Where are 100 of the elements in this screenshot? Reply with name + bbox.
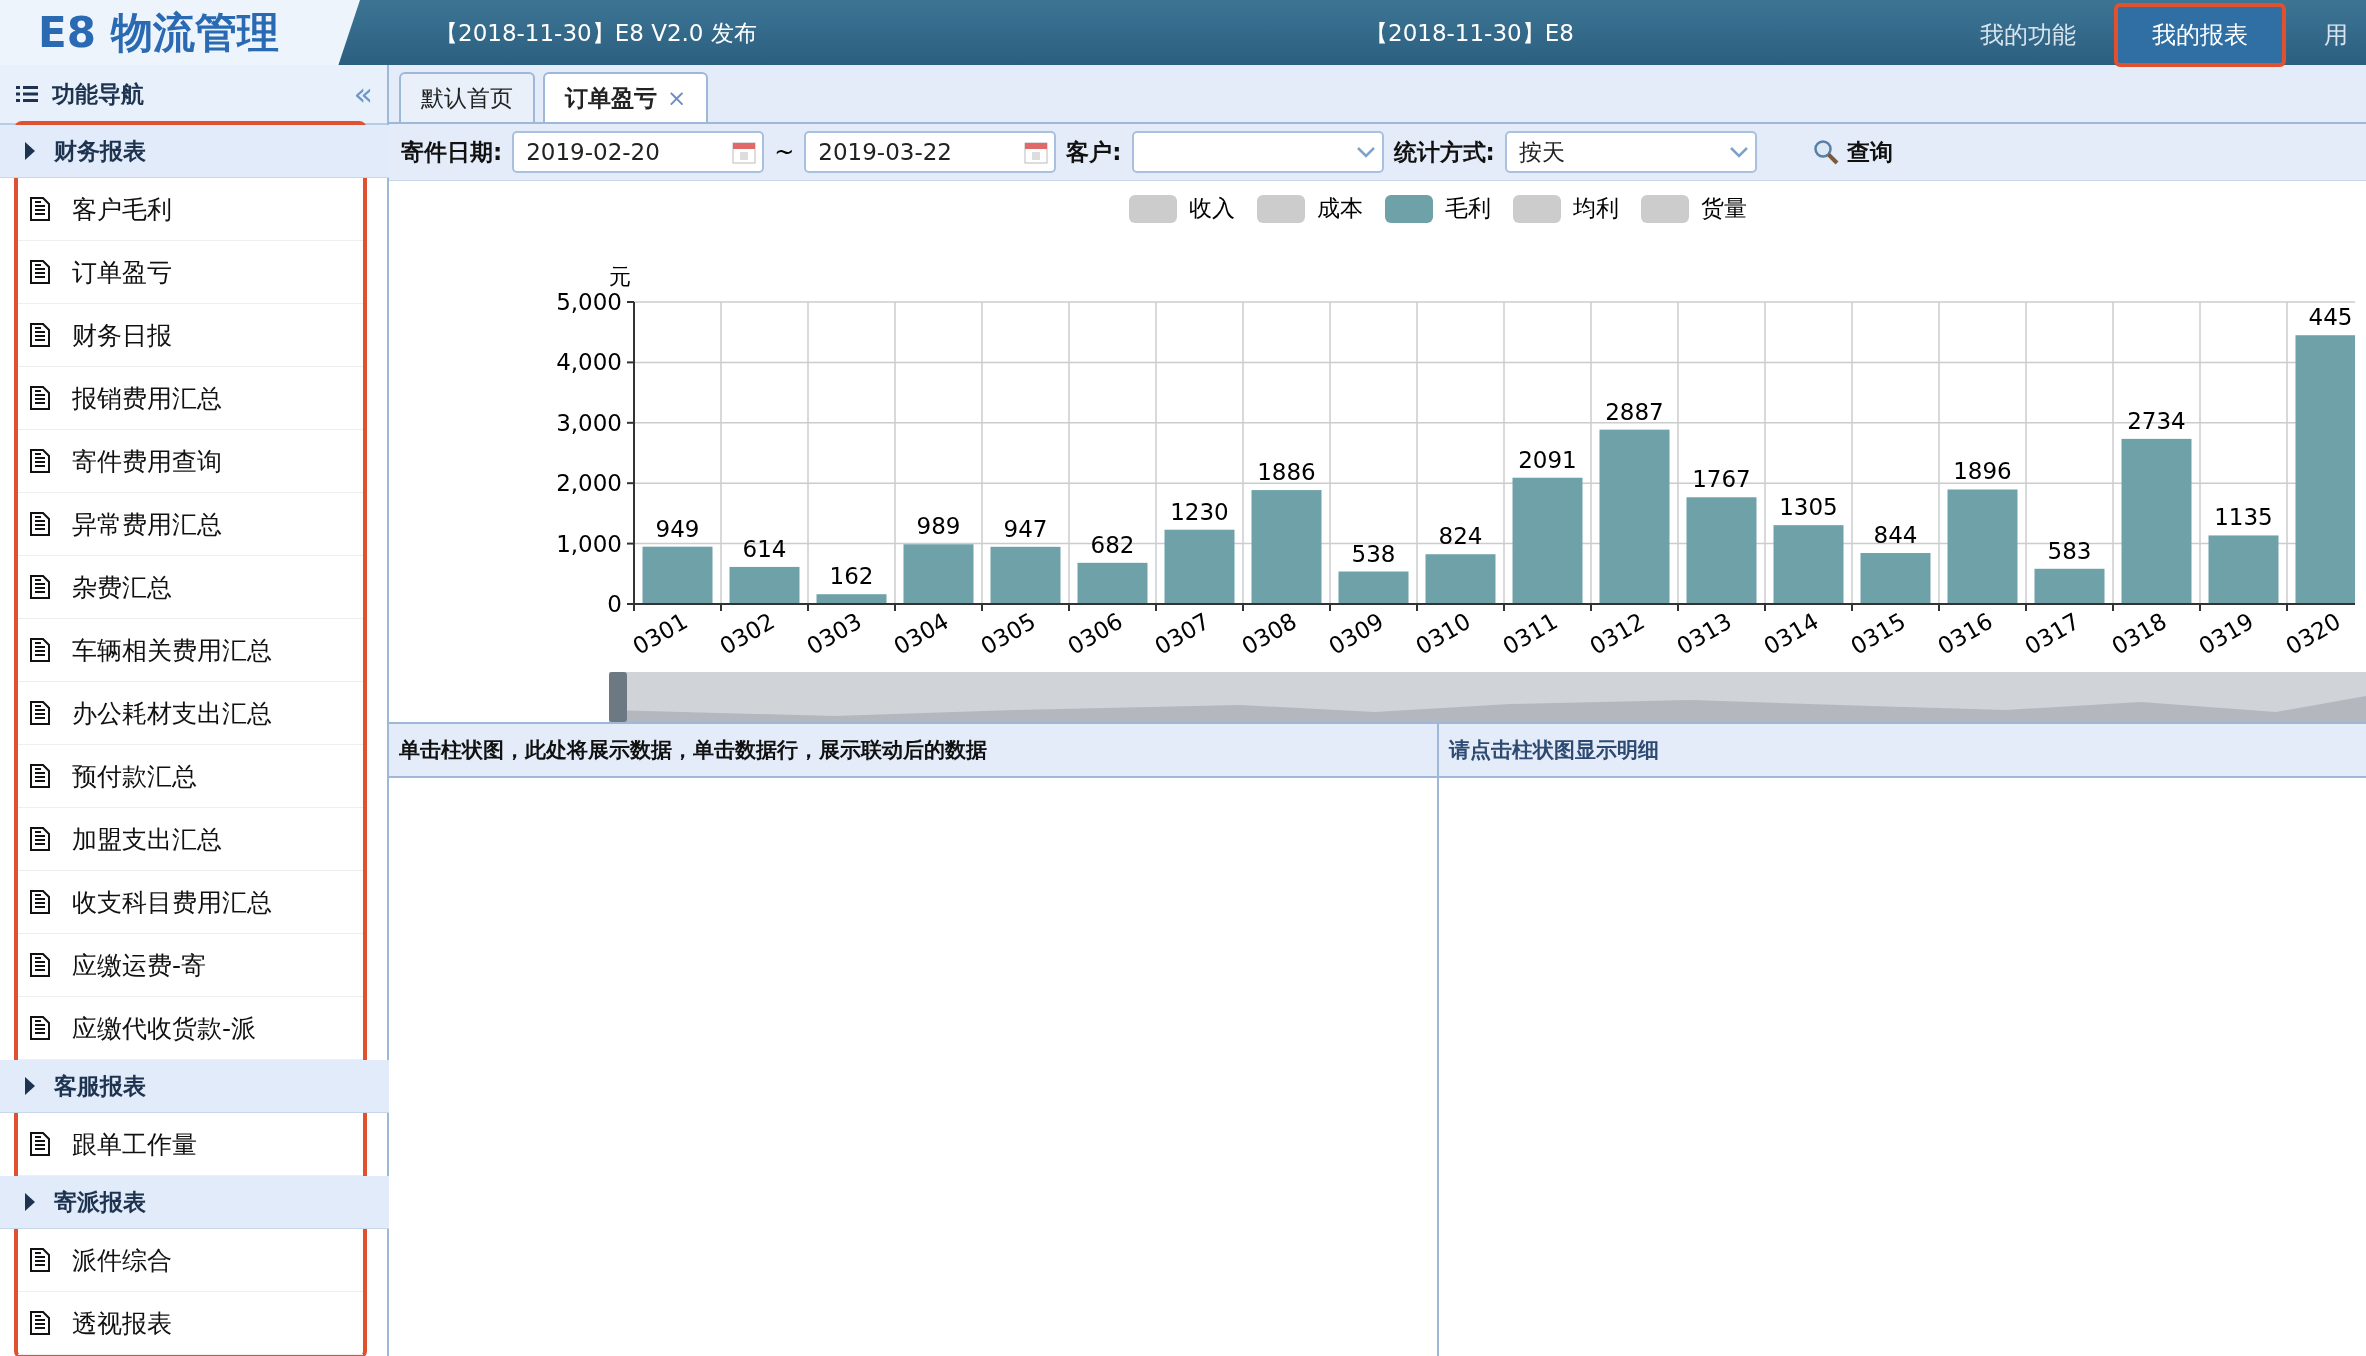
group-header[interactable]: 寄派报表 (0, 1176, 389, 1229)
nav-link[interactable]: 我的功能 (1942, 2, 2114, 67)
document-icon (30, 386, 50, 410)
value-label: 445 (2308, 304, 2353, 331)
menu-item[interactable]: 办公耗材支出汇总 (18, 682, 363, 745)
nav-link[interactable]: 用 (2286, 2, 2366, 67)
value-label: 2734 (2127, 407, 2186, 434)
value-label: 1230 (1170, 498, 1229, 525)
date-field[interactable]: 2019-02-20 (512, 131, 765, 173)
menu-item[interactable]: 杂费汇总 (18, 556, 363, 619)
value-label: 947 (1003, 515, 1048, 542)
news-ticker: 【2018-11-30】E8 V2.0 发布 (435, 19, 757, 48)
y-tick-label: 0 (607, 591, 622, 617)
document-icon (30, 827, 50, 851)
x-tick-label: 0319 (2194, 607, 2258, 660)
group-header[interactable]: 客服报表 (0, 1060, 389, 1113)
panel-title: 单击柱状图，此处将展示数据，单击数据行，展示联动后的数据 (389, 724, 1437, 778)
axis-unit: 元 (609, 264, 631, 289)
document-icon (30, 512, 50, 536)
value-label: 2091 (1518, 446, 1577, 473)
range-separator: ~ (774, 138, 795, 166)
tab[interactable]: 订单盈亏 × (543, 72, 709, 122)
legend-item[interactable]: 货量 (1640, 193, 1747, 224)
slider-handle[interactable] (609, 672, 627, 722)
tab[interactable]: 默认首页 (399, 72, 535, 122)
value-label: 2887 (1605, 398, 1664, 425)
document-icon (30, 323, 50, 347)
x-tick-label: 0313 (1672, 607, 1736, 660)
y-tick-label: 1,000 (556, 530, 622, 557)
value-label: 1886 (1257, 459, 1316, 486)
bar[interactable] (1077, 562, 1148, 604)
value-label: 1135 (2214, 504, 2273, 531)
sidebar-title: 功能导航 (52, 79, 144, 109)
x-tick-label: 0310 (1411, 607, 1475, 660)
value-label: 162 (829, 563, 874, 590)
document-icon (30, 701, 50, 725)
value-label: 1305 (1779, 494, 1838, 521)
group-header[interactable]: 财务报表 (0, 125, 389, 178)
bar[interactable] (1338, 571, 1409, 604)
menu-item[interactable]: 透视报表 (18, 1292, 363, 1355)
y-tick-label: 2,000 (556, 470, 622, 497)
value-label: 614 (742, 535, 787, 562)
menu-item[interactable]: 报销费用汇总 (18, 367, 363, 430)
menu-item[interactable]: 寄件费用查询 (18, 430, 363, 493)
x-tick-label: 0311 (1498, 607, 1562, 660)
bar[interactable] (729, 566, 800, 604)
bar[interactable] (2034, 568, 2105, 604)
menu-item[interactable]: 收支科目费用汇总 (18, 871, 363, 934)
x-tick-label: 0309 (1324, 607, 1388, 660)
news-ticker: 【2018-11-30】E8 (1365, 19, 1574, 48)
y-tick-label: 4,000 (556, 349, 622, 376)
x-tick-label: 0303 (802, 607, 866, 660)
y-tick-label: 5,000 (556, 289, 622, 315)
query-button[interactable]: 查询 (1806, 135, 1899, 169)
filter-label: 统计方式: (1393, 137, 1495, 167)
customer-select[interactable] (1131, 131, 1384, 173)
menu-item[interactable]: 异常费用汇总 (18, 493, 363, 556)
x-tick-label: 0301 (628, 607, 692, 660)
document-icon (30, 764, 50, 788)
calendar-icon[interactable] (1024, 140, 1049, 164)
menu-item[interactable]: 车辆相关费用汇总 (18, 619, 363, 682)
legend-item[interactable]: 收入 (1128, 193, 1235, 224)
document-icon (30, 1311, 50, 1335)
triangle-icon (24, 142, 36, 160)
value-label: 949 (655, 515, 700, 542)
menu-item[interactable]: 财务日报 (18, 304, 363, 367)
document-icon (30, 890, 50, 914)
y-tick-label: 3,000 (556, 409, 622, 436)
legend-item[interactable]: 均利 (1512, 193, 1619, 224)
date-field[interactable]: 2019-03-22 (804, 131, 1057, 173)
value-label: 1896 (1953, 458, 2012, 485)
mode-select[interactable]: 按天 (1504, 131, 1757, 173)
menu-item[interactable]: 加盟支出汇总 (18, 808, 363, 871)
bar[interactable] (816, 594, 887, 604)
triangle-icon (24, 1077, 36, 1095)
menu-item[interactable]: 客户毛利 (18, 178, 363, 241)
chevron-down-icon (1728, 145, 1749, 159)
chevron-down-icon (1355, 145, 1376, 159)
document-icon (30, 638, 50, 662)
x-tick-label: 0302 (715, 607, 779, 660)
value-label: 1767 (1692, 466, 1751, 493)
menu-item[interactable]: 应缴运费-寄 (18, 934, 363, 997)
document-icon (30, 1016, 50, 1040)
document-icon (30, 197, 50, 221)
document-icon (30, 1248, 50, 1272)
legend-item[interactable]: 成本 (1256, 193, 1363, 224)
value-label: 989 (916, 513, 961, 540)
document-icon (30, 1132, 50, 1156)
legend-item[interactable]: 毛利 (1384, 193, 1491, 224)
triangle-icon (24, 1193, 36, 1211)
value-label: 824 (1438, 523, 1483, 550)
menu-item[interactable]: 预付款汇总 (18, 745, 363, 808)
menu-item[interactable]: 订单盈亏 (18, 241, 363, 304)
nav-link[interactable]: 我的报表 (2114, 2, 2286, 67)
calendar-icon[interactable] (732, 140, 757, 164)
value-label: 583 (2047, 537, 2092, 564)
menu-item[interactable]: 派件综合 (18, 1229, 363, 1292)
value-label: 844 (1873, 522, 1918, 548)
logo-text: E8 物流管理 (0, 0, 360, 65)
document-icon (30, 449, 50, 473)
